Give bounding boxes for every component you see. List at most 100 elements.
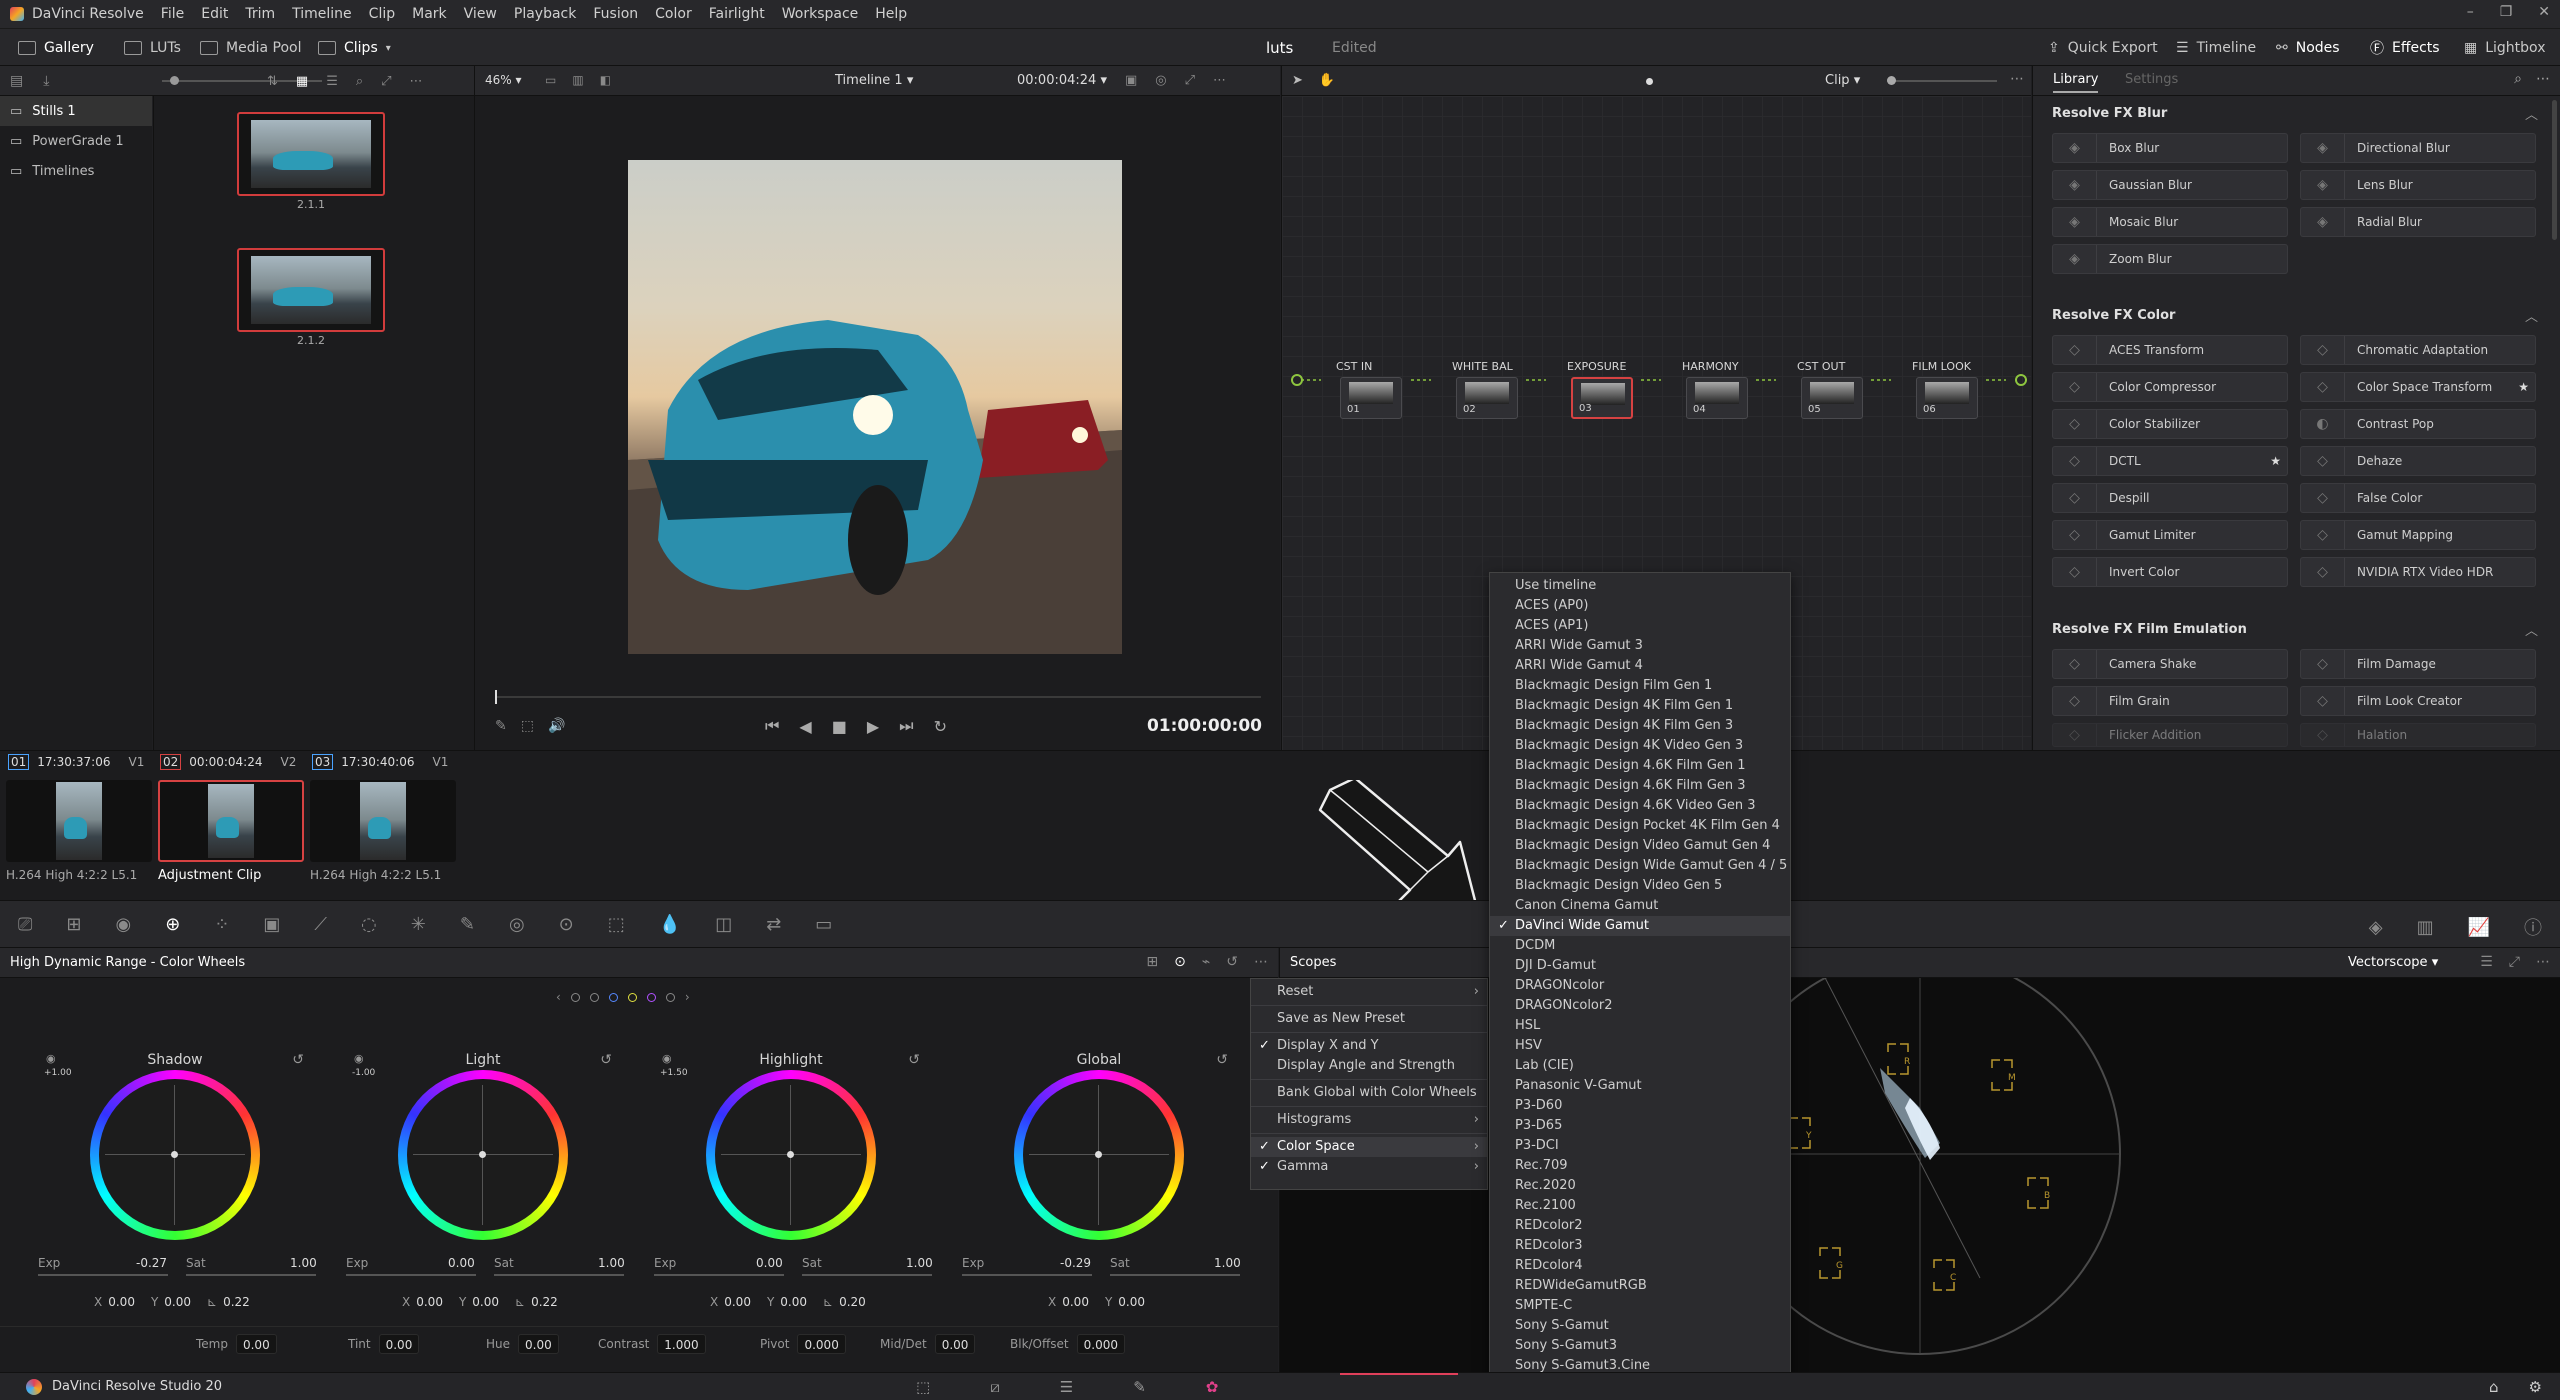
sat-value[interactable]: 1.00: [906, 1256, 933, 1270]
hdr-wheels-icon[interactable]: ⊕: [165, 914, 180, 935]
play-reverse-icon[interactable]: ◀: [799, 717, 811, 736]
prev-icon[interactable]: ‹: [556, 990, 561, 1004]
node-cst-out[interactable]: CST OUT 05: [1797, 360, 1867, 420]
fullscreen-icon[interactable]: ⤢: [2509, 954, 2520, 970]
close-icon[interactable]: ✕: [2538, 4, 2550, 20]
camera-raw-icon[interactable]: ⎚: [18, 914, 32, 935]
z-value[interactable]: 0.20: [839, 1295, 866, 1309]
zone-knob-icon[interactable]: ◉: [662, 1052, 672, 1065]
zone-selector[interactable]: ‹ ›: [556, 990, 690, 1004]
more-options-icon[interactable]: ⋯: [2536, 954, 2550, 970]
single-view-icon[interactable]: ▭: [545, 73, 556, 87]
tab-settings[interactable]: Settings: [2125, 72, 2178, 87]
reset-icon[interactable]: ↺: [1226, 954, 1238, 970]
fx-despill[interactable]: ◇ Despill: [2052, 483, 2288, 513]
fx-invert-color[interactable]: ◇ Invert Color: [2052, 557, 2288, 587]
effects-toggle[interactable]: Ⓕ Effects: [2370, 29, 2440, 67]
album-timelines[interactable]: ▭ Timelines: [0, 156, 152, 186]
eyedropper-icon[interactable]: ✎: [460, 914, 475, 935]
exp-slider[interactable]: [346, 1274, 476, 1276]
maximize-icon[interactable]: ❐: [2500, 4, 2513, 20]
menu-help[interactable]: Help: [875, 6, 907, 22]
color-space-option[interactable]: Rec.709: [1490, 1156, 1790, 1176]
menu-view[interactable]: View: [464, 6, 497, 22]
color-space-option[interactable]: Use timeline: [1490, 576, 1790, 596]
menu-clip[interactable]: Clip: [369, 6, 395, 22]
menu-trim[interactable]: Trim: [245, 6, 275, 22]
color-space-option[interactable]: HSL: [1490, 1016, 1790, 1036]
menu-color[interactable]: Color: [655, 6, 692, 22]
fx-flicker-addition[interactable]: ◇ Flicker Addition: [2052, 723, 2288, 747]
chart-icon[interactable]: ⌁: [1202, 954, 1210, 970]
playhead[interactable]: [495, 690, 497, 704]
color-space-option[interactable]: DJI D-Gamut: [1490, 956, 1790, 976]
mask-icon[interactable]: ⬚: [521, 718, 534, 734]
color-space-option[interactable]: DRAGONcolor2: [1490, 996, 1790, 1016]
media-pool-button[interactable]: Media Pool: [200, 29, 301, 67]
settings-gear-icon[interactable]: ⚙: [2529, 1378, 2542, 1396]
menu-item-reset[interactable]: Reset ›: [1251, 982, 1487, 1002]
node-harmony[interactable]: HARMONY 04: [1682, 360, 1752, 420]
color-space-option[interactable]: Sony S-Gamut: [1490, 1316, 1790, 1336]
color-space-option[interactable]: DRAGONcolor: [1490, 976, 1790, 996]
color-space-option[interactable]: REDcolor2: [1490, 1216, 1790, 1236]
fx-false-color[interactable]: ◇ False Color: [2300, 483, 2536, 513]
hand-icon[interactable]: ✋: [1319, 73, 1335, 88]
more-options-icon[interactable]: ⋯: [2536, 71, 2550, 87]
color-space-option[interactable]: HSV: [1490, 1036, 1790, 1056]
color-space-option[interactable]: SMPTE-C: [1490, 1296, 1790, 1316]
lightbox-toggle[interactable]: ▦ Lightbox: [2464, 29, 2545, 67]
exp-value[interactable]: -0.29: [1060, 1256, 1091, 1270]
timeline-toggle[interactable]: ☰ Timeline: [2176, 29, 2256, 67]
motion-effects-icon[interactable]: ▣: [263, 914, 280, 935]
list-view-icon[interactable]: ☰: [326, 74, 338, 89]
color-space-option[interactable]: Blackmagic Design 4.6K Film Gen 1: [1490, 756, 1790, 776]
fx-film-grain[interactable]: ◇ Film Grain: [2052, 686, 2288, 716]
stereo-3d-icon[interactable]: ▭: [815, 914, 832, 935]
sat-slider[interactable]: [494, 1274, 624, 1276]
section-fx-film-emulation[interactable]: Resolve FX Film Emulation ︿: [2052, 618, 2542, 640]
menu-playback[interactable]: Playback: [514, 6, 576, 22]
fullscreen-icon[interactable]: ⤢: [381, 74, 391, 89]
fx-gamut-limiter[interactable]: ◇ Gamut Limiter: [2052, 520, 2288, 550]
sizing-icon[interactable]: ⇄: [766, 914, 781, 935]
fx-film-damage[interactable]: ◇ Film Damage: [2300, 649, 2536, 679]
fx-dehaze[interactable]: ◇ Dehaze: [2300, 446, 2536, 476]
color-space-option[interactable]: DCDM: [1490, 936, 1790, 956]
fx-camera-shake[interactable]: ◇ Camera Shake: [2052, 649, 2288, 679]
luts-button[interactable]: LUTs: [124, 29, 181, 67]
gallery-button[interactable]: Gallery: [18, 29, 94, 67]
color-space-option[interactable]: Panasonic V-Gamut: [1490, 1076, 1790, 1096]
scope-type-dropdown[interactable]: Vectorscope ▾: [2348, 955, 2438, 970]
favorite-star-icon[interactable]: ★: [2270, 454, 2281, 468]
grid-view-icon[interactable]: ▦: [296, 74, 308, 89]
color-wheel[interactable]: [398, 1070, 568, 1240]
color-wheel[interactable]: [90, 1070, 260, 1240]
color-space-option[interactable]: ARRI Wide Gamut 3: [1490, 636, 1790, 656]
color-space-option[interactable]: Blackmagic Design 4.6K Video Gen 3: [1490, 796, 1790, 816]
scope-settings-icon[interactable]: ☰: [2480, 954, 2493, 970]
scope-icon[interactable]: 📈: [2468, 917, 2490, 938]
menu-workspace[interactable]: Workspace: [782, 6, 859, 22]
viewer-mode-icon[interactable]: ▣: [1125, 73, 1137, 88]
exp-slider[interactable]: [962, 1274, 1092, 1276]
color-space-option[interactable]: Rec.2100: [1490, 1196, 1790, 1216]
compare-view-icon[interactable]: ◧: [600, 73, 611, 87]
loop-icon[interactable]: ↻: [934, 717, 947, 736]
exp-value[interactable]: 0.00: [448, 1256, 475, 1270]
sidebar-toggle-icon[interactable]: ▤: [10, 73, 23, 89]
node-exposure[interactable]: EXPOSURE 03: [1567, 360, 1637, 420]
quick-export-button[interactable]: ⇪ Quick Export: [2048, 29, 2158, 67]
tab-library[interactable]: Library: [2053, 72, 2099, 93]
fx-dctl[interactable]: ◇ DCTL ★: [2052, 446, 2288, 476]
fx-mosaic-blur[interactable]: ◈ Mosaic Blur: [2052, 207, 2288, 237]
color-space-option[interactable]: REDWideGamutRGB: [1490, 1276, 1790, 1296]
color-match-icon[interactable]: ⊞: [66, 914, 81, 935]
node-film-look[interactable]: FILM LOOK 06: [1912, 360, 1982, 420]
fx-halation[interactable]: ◇ Halation: [2300, 723, 2536, 747]
fullscreen-icon[interactable]: ⤢: [1185, 73, 1195, 88]
highlight-icon[interactable]: ◎: [1155, 73, 1166, 88]
magic-mask-icon[interactable]: ⬚: [608, 914, 625, 935]
more-options-icon[interactable]: ⋯: [1254, 954, 1268, 970]
section-fx-color[interactable]: Resolve FX Color ︿: [2052, 304, 2542, 326]
